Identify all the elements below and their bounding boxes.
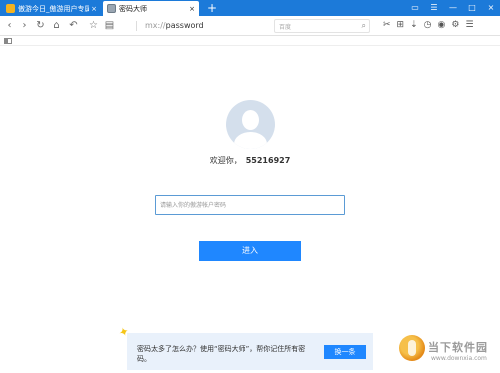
- camera-icon[interactable]: ◉: [438, 20, 446, 30]
- menu-icon[interactable]: ☰: [429, 2, 439, 13]
- avatar-body: [234, 132, 267, 149]
- sidebar-panel-icon[interactable]: [4, 38, 12, 44]
- search-input[interactable]: 百度 ⌕: [274, 19, 370, 33]
- search-placeholder: 百度: [279, 24, 292, 31]
- back-icon[interactable]: ‹: [4, 20, 15, 31]
- tab-close-icon[interactable]: ×: [91, 5, 97, 13]
- navigation-bar: ‹ › ↻ ⌂ ↶ ☆ ▤ mx://password 百度 ⌕ ✂ ⊞ ⇣ ◷…: [0, 16, 500, 36]
- welcome-text: 欢迎你，: [209, 156, 242, 165]
- tab-maxthon-today[interactable]: 傲游今日_傲游用户专属的 ×: [2, 1, 101, 16]
- enter-button[interactable]: 进入: [199, 241, 301, 261]
- address-divider: [136, 21, 137, 31]
- address-bar[interactable]: mx://password: [145, 21, 204, 30]
- refresh-icon[interactable]: ↻: [35, 20, 46, 31]
- forward-icon[interactable]: ›: [19, 20, 30, 31]
- tab-bar: 傲游今日_傲游用户专属的 × 密码大师 × + ▭ ☰ — □ ×: [0, 0, 500, 16]
- download-icon[interactable]: ⇣: [410, 20, 418, 30]
- undo-icon[interactable]: ↶: [68, 20, 79, 31]
- avatar: [226, 100, 275, 149]
- tip-bar: 密码太多了怎么办？使用“密码大师”，帮你记住所有密码。 换一条: [127, 333, 373, 370]
- address-path: password: [165, 21, 204, 30]
- avatar-head: [242, 110, 259, 130]
- maxthon-logo-icon: [6, 4, 15, 13]
- address-scheme: mx://: [145, 21, 166, 30]
- tab-label: 密码大师: [119, 4, 147, 13]
- search-icon[interactable]: ⌕: [362, 21, 366, 31]
- next-tip-button[interactable]: 换一条: [324, 345, 366, 359]
- tip-text: 密码太多了怎么办？使用“密码大师”，帮你记住所有密码。: [137, 345, 306, 363]
- welcome-line: 欢迎你， 55216927: [0, 155, 500, 166]
- new-tab-button[interactable]: +: [207, 1, 217, 15]
- bookmark-bar: [0, 37, 500, 46]
- toolbar: ✂ ⊞ ⇣ ◷ ◉ ⚙ ☰: [383, 20, 474, 30]
- reader-mode-icon[interactable]: ▤: [104, 20, 115, 31]
- home-icon[interactable]: ⌂: [51, 20, 62, 31]
- main-menu-icon[interactable]: ☰: [465, 20, 473, 30]
- sidebar-toggle-icon[interactable]: ▭: [410, 2, 420, 13]
- tab-password-master[interactable]: 密码大师 ×: [103, 1, 199, 16]
- window-controls: ▭ ☰ — □ ×: [410, 2, 496, 13]
- watermark-url: www.downxia.com: [431, 355, 487, 362]
- favorite-star-icon[interactable]: ☆: [88, 20, 99, 31]
- tab-label: 傲游今日_傲游用户专属的: [18, 4, 90, 13]
- close-window-button[interactable]: ×: [486, 2, 496, 13]
- password-input[interactable]: [155, 195, 345, 215]
- password-master-icon: [107, 4, 116, 13]
- watermark-logo-icon: [399, 335, 425, 361]
- maximize-button[interactable]: □: [467, 2, 477, 13]
- apps-grid-icon[interactable]: ⊞: [397, 20, 405, 30]
- user-id: 55216927: [245, 156, 291, 165]
- screenshot-icon[interactable]: ✂: [383, 20, 391, 30]
- watermark-title: 当下软件园: [428, 341, 488, 354]
- history-icon[interactable]: ◷: [424, 20, 432, 30]
- settings-icon[interactable]: ⚙: [451, 20, 459, 30]
- tab-close-icon[interactable]: ×: [189, 5, 195, 13]
- minimize-button[interactable]: —: [448, 2, 458, 13]
